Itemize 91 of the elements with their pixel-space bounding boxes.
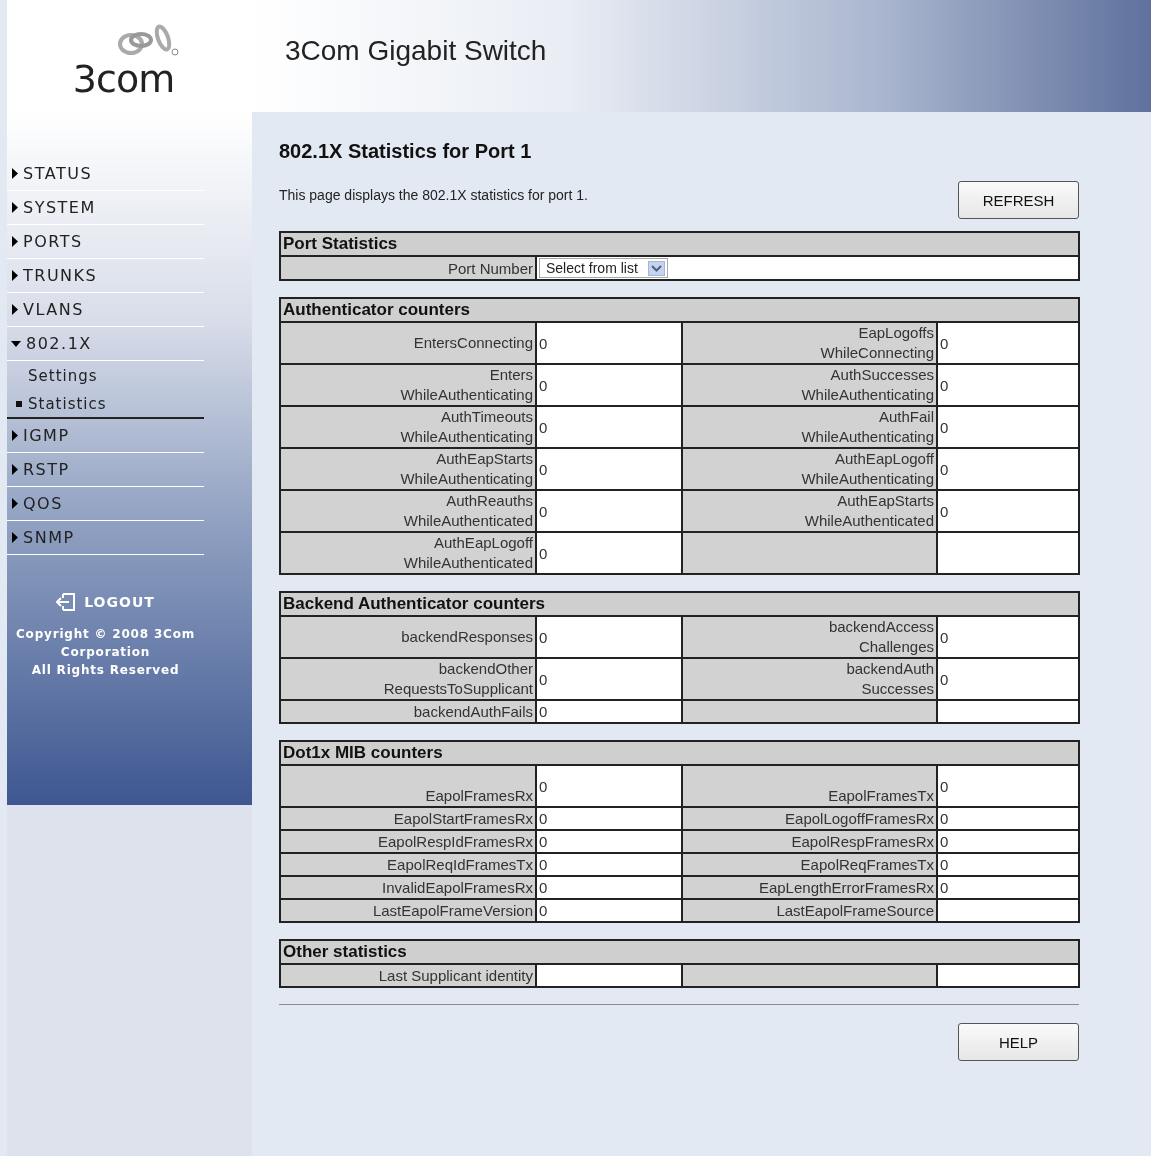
counter-label: InvalidEapolFramesRx	[382, 877, 533, 898]
counter-label: EapolRespFramesRx	[791, 831, 934, 852]
caret-right-icon	[11, 304, 18, 315]
counter-label: EapolStartFramesRx	[393, 808, 533, 829]
counter-value: 0	[940, 376, 949, 394]
counter-label: AuthTimeouts WhileAuthenticating	[400, 407, 533, 447]
section-header: Port Statistics	[280, 232, 1079, 256]
counter-value: 0	[539, 703, 548, 720]
caret-right-icon	[11, 498, 18, 509]
counter-label: AuthReauths WhileAuthenticated	[403, 491, 533, 531]
counter-label: EapolRespIdFramesRx	[377, 831, 533, 852]
counter-value: 0	[940, 460, 949, 478]
counter-label: EapolReqFramesTx	[800, 854, 934, 875]
app-title: 3Com Gigabit Switch	[285, 35, 547, 67]
counter-value: 0	[539, 418, 548, 436]
caret-right-icon	[11, 202, 18, 213]
section-header: Authenticator counters	[280, 298, 1079, 322]
caret-right-icon	[11, 430, 18, 441]
section-header: Backend Authenticator counters	[280, 592, 1079, 616]
nav-item[interactable]: PORTS	[7, 225, 204, 259]
counter-value: 0	[539, 879, 548, 896]
caret-right-icon	[11, 270, 18, 281]
counter-value: 0	[539, 777, 548, 795]
counter-value: 0	[940, 810, 949, 827]
counter-label: Enters WhileAuthenticating	[400, 365, 533, 405]
section-header: Dot1x MIB counters	[280, 741, 1079, 765]
caret-right-icon	[11, 464, 18, 475]
counter-value: 0	[940, 670, 949, 688]
counter-label: Last Supplicant identity	[378, 965, 533, 986]
logo-text: 3com	[72, 60, 175, 98]
counter-value: 0	[539, 544, 548, 562]
refresh-button[interactable]: REFRESH	[958, 181, 1079, 219]
counter-value: 0	[539, 502, 548, 520]
caret-right-icon	[11, 168, 18, 179]
counter-label: AuthSuccesses WhileAuthenticating	[801, 365, 934, 405]
counter-label: EapolFramesRx	[425, 786, 533, 806]
port-select[interactable]: Select from list	[539, 258, 668, 278]
counter-label: LastEapolFrameSource	[776, 900, 934, 921]
page-description: This page displays the 802.1X statistics for port 1.	[279, 187, 588, 203]
counter-label: LastEapolFrameVersion	[372, 900, 533, 921]
counter-value: 0	[940, 833, 949, 850]
nav-item[interactable]: TRUNKS	[7, 259, 204, 293]
counter-value: 0	[940, 502, 949, 520]
field-label: Port Number	[280, 256, 536, 280]
help-button[interactable]: HELP	[958, 1023, 1079, 1061]
subnav-item[interactable]: Statistics	[7, 390, 204, 419]
counter-value: 0	[539, 833, 548, 850]
counter-label: AuthEapStarts WhileAuthenticated	[804, 491, 934, 531]
counter-value: 0	[940, 418, 949, 436]
counter-value: 0	[539, 902, 548, 919]
counter-value: 0	[539, 856, 548, 873]
counter-value: 0	[940, 628, 949, 646]
counter-label: AuthEapLogoff WhileAuthenticated	[403, 533, 533, 573]
caret-right-icon	[11, 532, 18, 543]
counter-label: AuthEapLogoff WhileAuthenticating	[801, 449, 934, 489]
page-heading: 802.1X Statistics for Port 1	[279, 140, 533, 164]
counter-value: 0	[940, 879, 949, 896]
counter-value: 0	[940, 856, 949, 873]
counter-value: 0	[539, 376, 548, 394]
counter-label: backendAuth Successes	[846, 659, 934, 699]
counter-value: 0	[539, 460, 548, 478]
nav-item[interactable]: RSTP	[7, 453, 204, 487]
counter-label: AuthEapStarts WhileAuthenticating	[400, 449, 533, 489]
counter-label: backendResponses	[401, 627, 533, 647]
counter-value: 0	[940, 777, 949, 795]
counter-value: 0	[539, 670, 548, 688]
nav-item[interactable]: STATUS	[7, 157, 204, 191]
nav-item[interactable]: QOS	[7, 487, 204, 521]
caret-down-icon	[11, 339, 21, 348]
nav-item[interactable]: 802.1X	[7, 327, 204, 361]
counter-value: 0	[539, 334, 548, 352]
counter-value: 0	[539, 810, 548, 827]
copyright-text: Copyright © 2008 3Com Corporation All Rights Reserved	[15, 626, 196, 679]
nav-item[interactable]: IGMP	[7, 419, 204, 453]
counter-label: AuthFail WhileAuthenticating	[801, 407, 934, 447]
counter-label: EapLengthErrorFramesRx	[758, 877, 934, 898]
counter-label: backendAuthFails	[413, 701, 533, 722]
section-header: Other statistics	[280, 940, 1079, 964]
counter-label: EntersConnecting	[413, 333, 533, 353]
subnav-item[interactable]: Settings	[7, 361, 204, 390]
nav-item[interactable]: SNMP	[7, 521, 204, 555]
counter-label: EapolLogoffFramesRx	[785, 808, 934, 829]
nav-item[interactable]: SYSTEM	[7, 191, 204, 225]
caret-right-icon	[11, 236, 18, 247]
logout-icon	[56, 593, 77, 611]
counter-value: 0	[539, 628, 548, 646]
counter-label: EapLogoffs WhileConnecting	[820, 323, 934, 363]
counter-value: 0	[940, 334, 949, 352]
counter-label: EapolReqIdFramesTx	[387, 854, 533, 875]
nav-item[interactable]: VLANS	[7, 293, 204, 327]
counter-label: EapolFramesTx	[828, 786, 934, 806]
